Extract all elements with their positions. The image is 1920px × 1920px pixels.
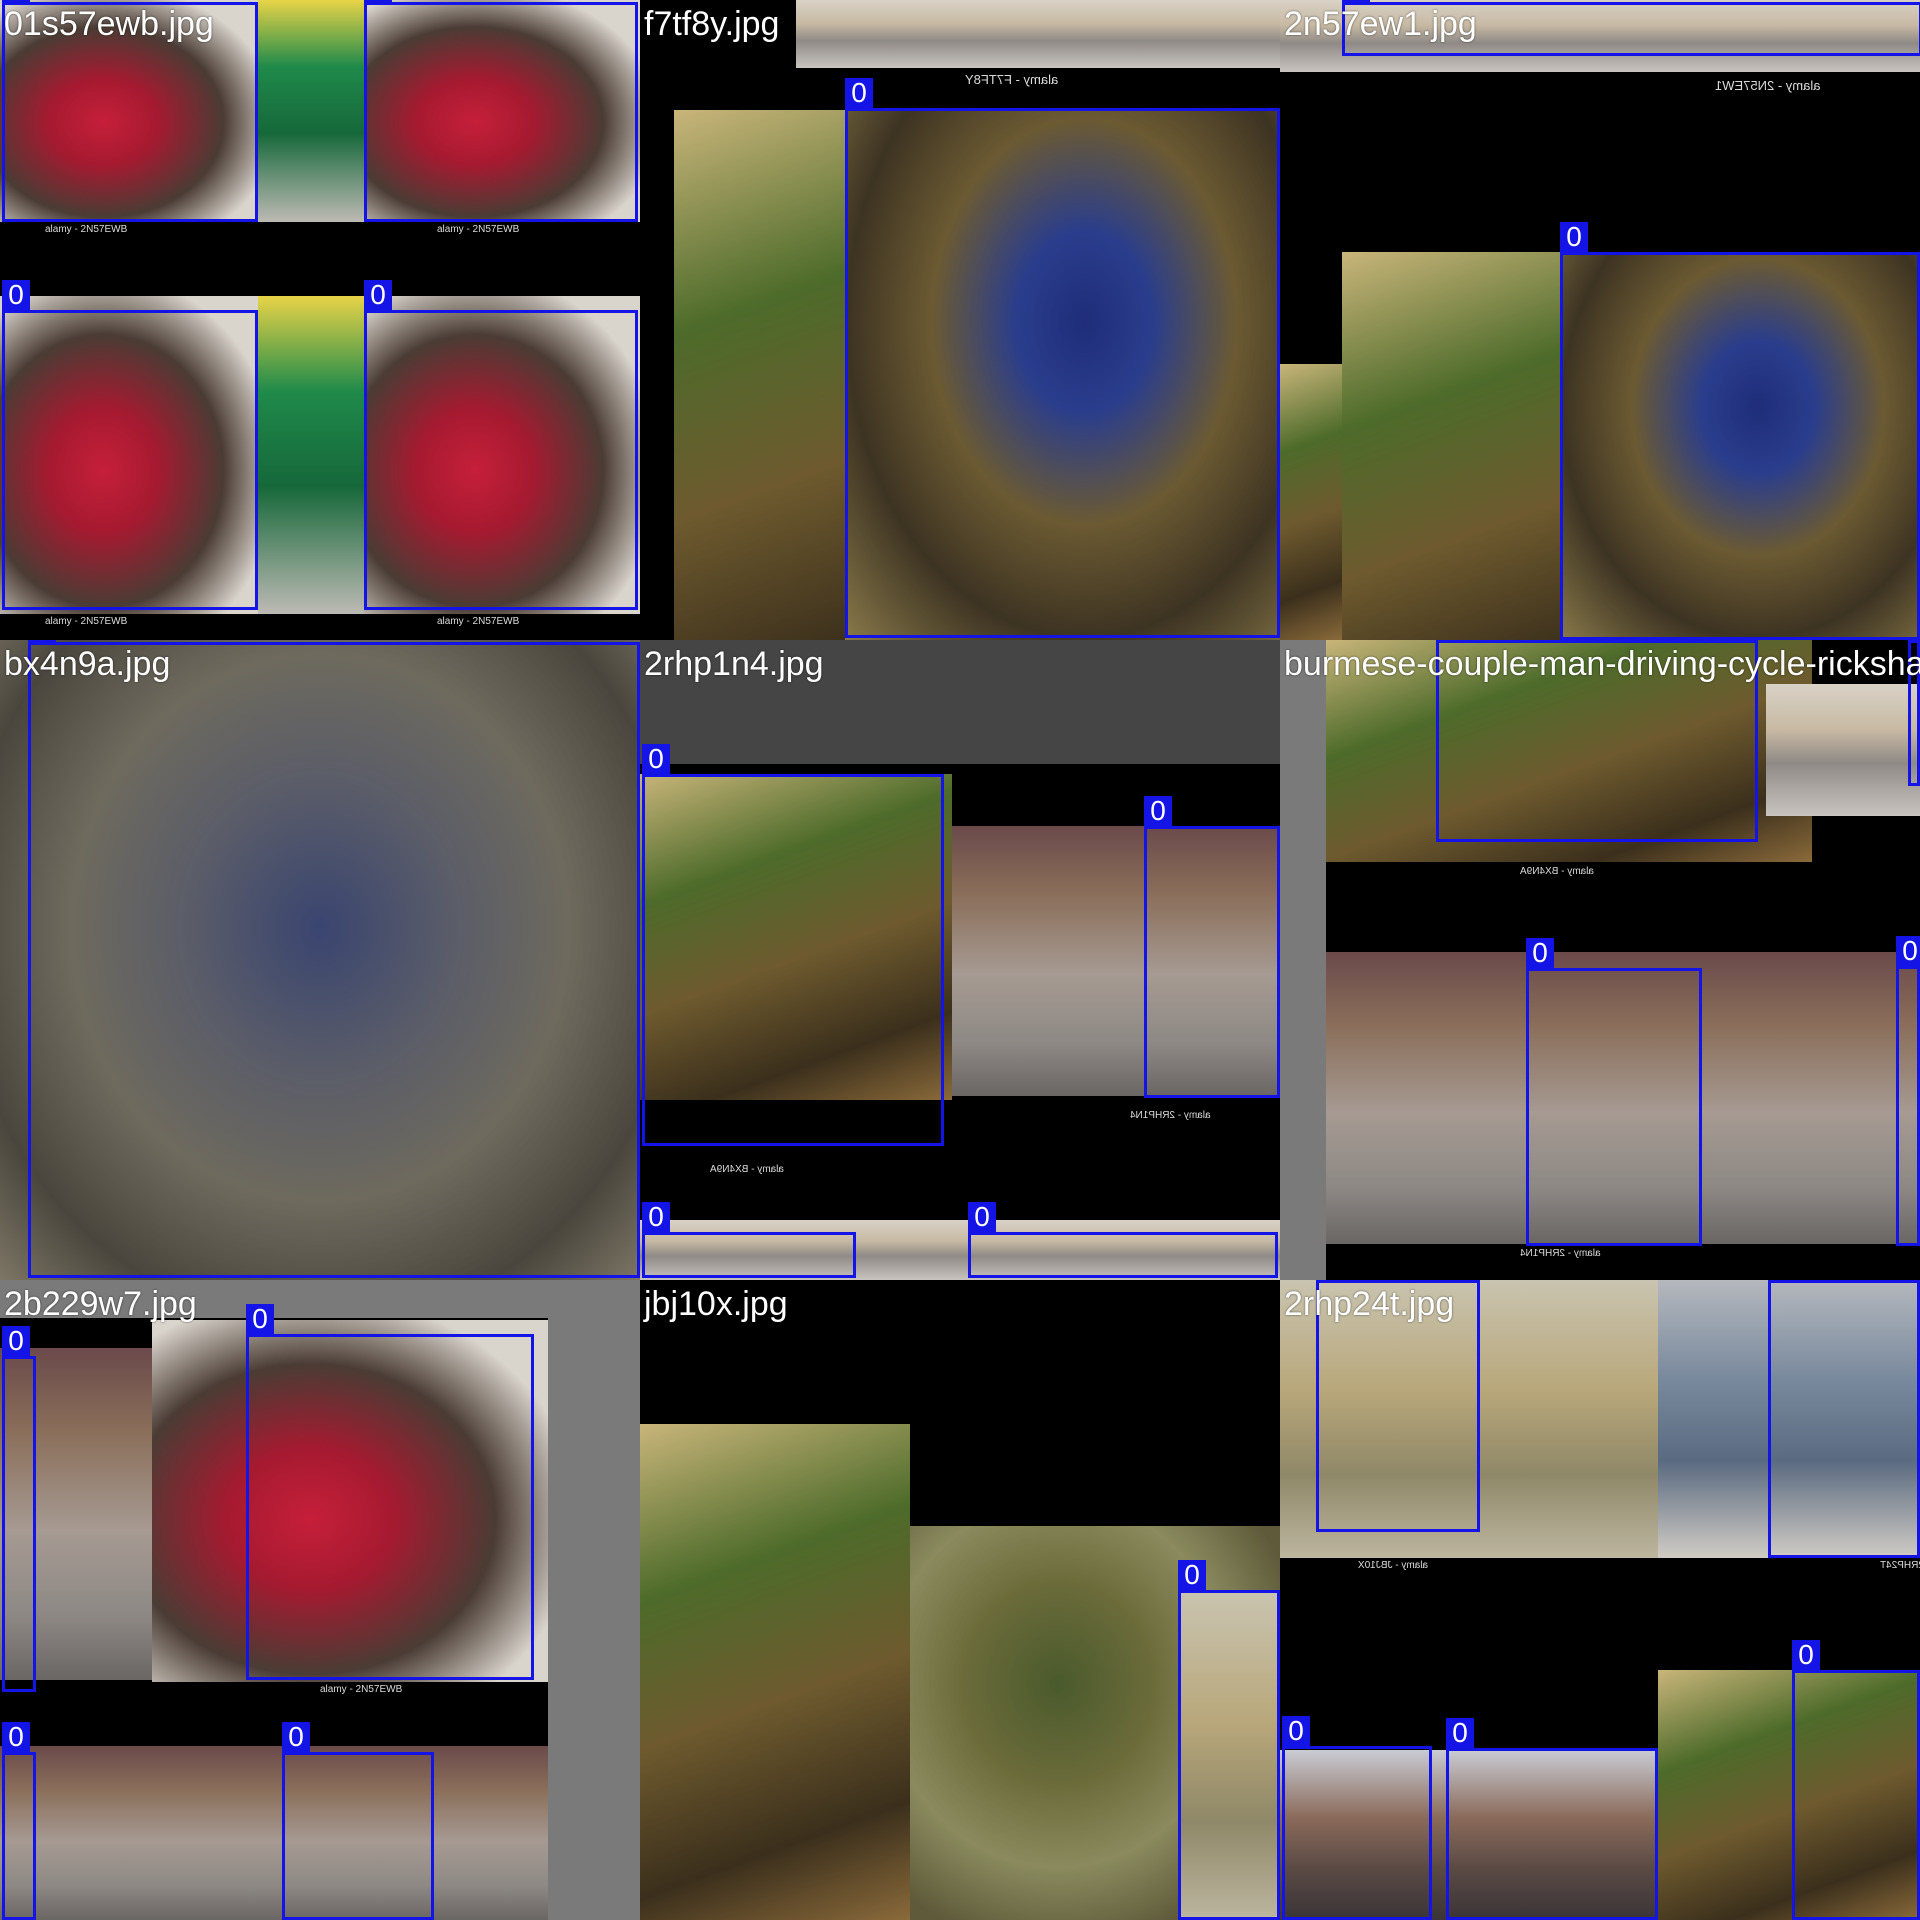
detection-class-label: 0 (1144, 796, 1172, 826)
detection-class-label: 0 (2, 1722, 30, 1752)
photo-gray-fill (1280, 640, 1326, 1280)
watermark-text: 2RHP24T (1880, 1560, 1920, 1571)
mosaic-tile-8: 0 jbj10x.jpg (640, 1280, 1280, 1920)
watermark-text: alamy - 2N57EWB (437, 224, 520, 235)
detection-box: 0 (1896, 936, 1920, 1246)
photo-forest-shack (640, 1424, 910, 1920)
detection-box: 0 (968, 1202, 1278, 1278)
detection-box: 0 (1560, 222, 1920, 640)
detection-box: 0 (1768, 1280, 1920, 1558)
tile-filename: 2n57ew1.jpg (1284, 5, 1477, 43)
detection-class-label: 0 (968, 1202, 996, 1232)
watermark-text: alamy - 2N57EWB (437, 616, 520, 627)
mosaic-tile-2: alamy - F7TF8Y 0 f7tf8y.jpg (640, 0, 1280, 640)
watermark-text: alamy - 2RHP1N4 (1130, 1110, 1211, 1121)
detection-box: 0 (364, 280, 638, 610)
detection-class-label: 0 (1282, 1716, 1310, 1746)
mosaic-tile-4: 0 bx4n9a.jpg (0, 640, 640, 1280)
photo-green-autorickshaw (258, 296, 368, 614)
detection-box: 0 (282, 1722, 434, 1920)
tile-filename: 2rhp24t.jpg (1284, 1285, 1455, 1323)
watermark-text: alamy - F7TF8Y (965, 72, 1059, 87)
detection-box: 0 (246, 1304, 534, 1680)
detection-class-label: 0 (845, 78, 873, 108)
tile-filename: f7tf8y.jpg (644, 5, 780, 43)
detection-class-label: 0 (1446, 1718, 1474, 1748)
detection-box: 0 (1178, 1560, 1280, 1920)
detection-class-label: 0 (282, 1722, 310, 1752)
watermark-text: alamy - BX4N9A (1520, 866, 1594, 877)
detection-class-label: 0 (642, 744, 670, 774)
watermark-text: alamy - 2RHP1N4 (1520, 1248, 1601, 1259)
photo-green-autorickshaw (258, 0, 368, 222)
mosaic-grid: alamy - 2N57EWB alamy - 2N57EWB alamy - … (0, 0, 1920, 1920)
detection-class-label: 0 (2, 0, 30, 2)
detection-box: 0 (1144, 796, 1280, 1098)
detection-class-label: 0 (2, 280, 30, 310)
watermark-text: alamy - BX4N9A (710, 1164, 784, 1175)
mosaic-tile-7: alamy - 2N57EWB 0 0 0 0 2b229w7.jpg (0, 1280, 640, 1920)
watermark-text: alamy - JBJ10X (1358, 1560, 1429, 1571)
detection-class-label: 0 (1526, 938, 1554, 968)
mosaic-tile-9: alamy - JBJ10X 2RHP24T 0 0 0 0 0 2rhp24t… (1280, 1280, 1920, 1920)
detection-class-label: 0 (2, 1326, 30, 1356)
watermark-text: alamy - 2N57EWB (45, 616, 128, 627)
detection-class-label: 0 (246, 1304, 274, 1334)
detection-class-label: 0 (1342, 0, 1370, 2)
detection-box: 0 (1282, 1716, 1432, 1920)
photo-street-market (0, 1746, 548, 1920)
photo-tree-trunk (1280, 364, 1342, 640)
detection-box: 0 (1792, 1640, 1920, 1920)
tile-filename: burmese-couple-man-driving-cycle-ricksha… (1284, 645, 1920, 683)
detection-class-label: 0 (1560, 222, 1588, 252)
detection-box: 0 (642, 1202, 856, 1278)
tile-filename: jbj10x.jpg (644, 1285, 788, 1323)
detection-box: 0 (28, 640, 640, 1278)
detection-box: 0 (2, 1722, 36, 1920)
detection-box: 0 (1446, 1718, 1658, 1920)
detection-class-label: 0 (364, 0, 392, 2)
tile-filename: 2b229w7.jpg (4, 1285, 197, 1323)
watermark-text: alamy - 2N57EW1 (1715, 78, 1821, 93)
mosaic-tile-5: alamy - BX4N9A alamy - 2RHP1N4 0 0 0 0 2… (640, 640, 1280, 1280)
watermark-text: alamy - 2N57EWB (45, 224, 128, 235)
detection-box: 0 (1526, 938, 1702, 1246)
tile-filename: bx4n9a.jpg (4, 645, 171, 683)
detection-box: 0 (2, 280, 258, 610)
mosaic-tile-1: alamy - 2N57EWB alamy - 2N57EWB alamy - … (0, 0, 640, 640)
tile-filename: 2rhp1n4.jpg (644, 645, 824, 683)
detection-class-label: 0 (1896, 936, 1920, 966)
detection-class-label: 0 (1792, 1640, 1820, 1670)
tile-filename: 01s57ewb.jpg (4, 5, 214, 43)
mosaic-tile-6: alamy - BX4N9A alamy - 2RHP1N4 0 0 0 0 b… (1280, 640, 1920, 1280)
detection-class-label: 0 (1178, 1560, 1206, 1590)
detection-class-label: 0 (28, 640, 56, 642)
detection-class-label: 0 (642, 1202, 670, 1232)
detection-box: 0 (642, 744, 944, 1146)
mosaic-tile-3: alamy - 2N57EW1 0 0 2n57ew1.jpg (1280, 0, 1920, 640)
detection-class-label: 0 (364, 280, 392, 310)
photo-gray-fill (548, 1280, 640, 1920)
detection-box: 0 (845, 78, 1280, 638)
photo-street (1766, 684, 1920, 816)
photo-street (796, 0, 1280, 68)
watermark-text: alamy - 2N57EWB (320, 1684, 403, 1695)
detection-box: 0 (364, 0, 638, 222)
detection-box: 0 (2, 1326, 36, 1692)
